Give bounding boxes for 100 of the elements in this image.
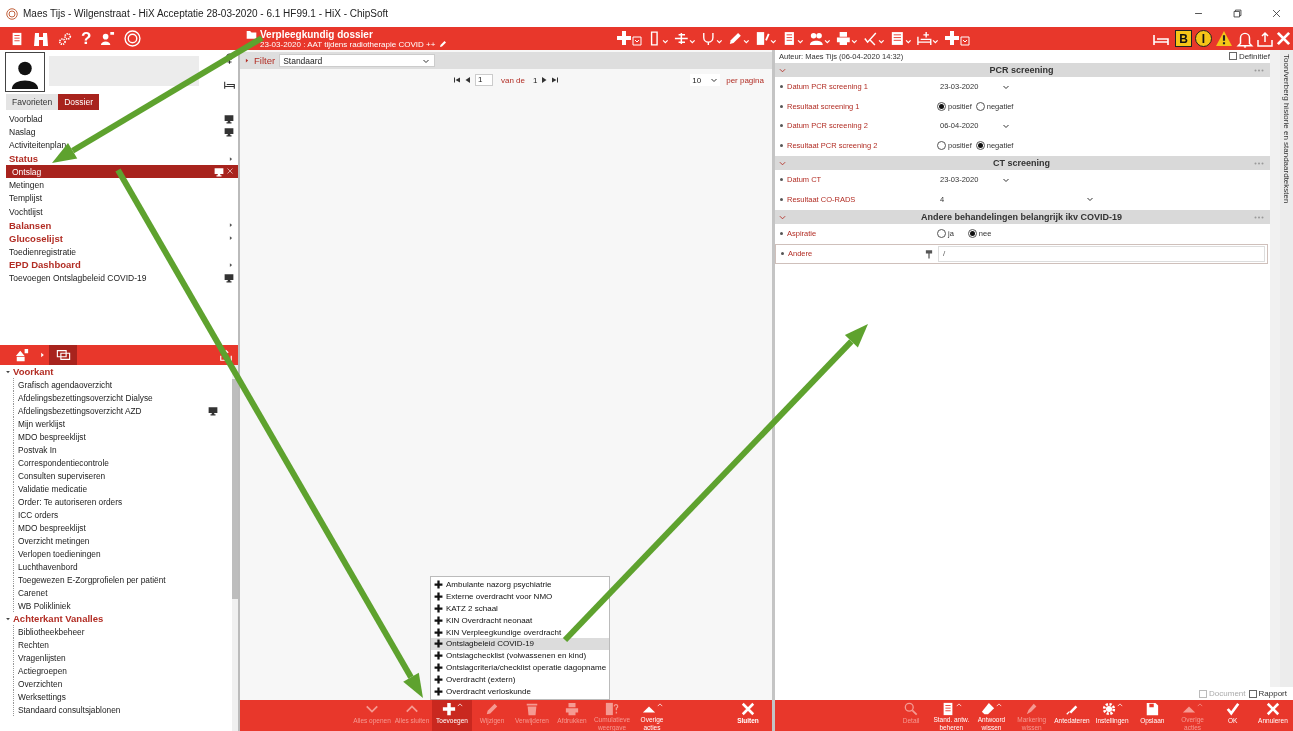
sidebar-group[interactable]: Glucoselijst [0,231,238,245]
bed-icon [224,79,235,90]
collapse-chevron-icon[interactable] [779,213,786,221]
plus-icon [434,651,443,661]
caret-up-icon [656,702,663,708]
definitief-checkbox[interactable]: Definitief [1228,51,1270,61]
menu-item[interactable]: Ontslagchecklist (volwassenen en kind) [431,649,609,662]
eraser-icon [981,702,995,716]
section-title: CT screening [992,158,1051,168]
sidebar-item[interactable]: Ontslag [3,165,238,179]
triangle-right-icon [39,351,46,359]
document-icon[interactable] [755,31,777,46]
export-icon[interactable] [1257,30,1273,47]
side-panel-toggle[interactable]: Toon/verberg historie en standaardteksten [1280,50,1293,687]
female-icon [224,52,235,65]
help-button[interactable]: ? [81,28,92,49]
worklist-group[interactable]: Achterkant Vanalles [5,612,232,625]
marker-icon [1024,702,1039,716]
last-page-icon[interactable] [551,76,560,84]
alert-badge[interactable]: I [1195,30,1212,47]
menu-item[interactable]: KATZ 2 schaal [431,602,609,615]
plus-icon [434,604,443,613]
sidebar-tab[interactable]: Favorieten [6,94,59,110]
sidebar-group[interactable]: Balansen [0,218,238,232]
stamp-icon[interactable] [924,248,934,259]
page-size-dropdown[interactable]: 10 [690,74,721,86]
check-pen-icon[interactable] [863,31,885,46]
plus-icon[interactable] [616,30,642,47]
caret-icon [710,76,719,84]
sidebar-item[interactable]: Vochtlijst [0,205,238,219]
settings-icon [1101,702,1116,716]
scrollbar-thumb[interactable] [232,379,238,599]
alert-badge[interactable]: B [1175,30,1192,47]
previous-page-icon[interactable] [464,76,472,84]
people-icon[interactable] [809,31,831,46]
branch-icon[interactable] [674,31,696,46]
chevron-right-icon [228,261,234,268]
checkbox[interactable]: Rapport [1248,689,1287,698]
section-title: Andere behandelingen belangrijk ikv COVID-19 [919,212,1124,222]
chevron-right-icon [244,57,250,64]
plus-icon [434,580,443,590]
close-icon[interactable] [226,166,234,175]
sidebar-item[interactable]: Templijst [0,191,238,206]
dossier-title[interactable]: Verpleegkundig dossier [260,28,373,40]
menu-item[interactable]: Overdracht verloskunde [431,685,609,697]
bed-plus-icon[interactable] [917,31,939,46]
menu-item[interactable]: KIN Overdracht neonaat [431,614,609,627]
document-icon[interactable] [782,31,804,46]
caret-up-icon [996,702,1002,708]
collapse-chevron-icon[interactable] [779,159,786,167]
page-field[interactable]: 1 [475,74,493,86]
menu-item[interactable]: Overdracht (extern) [431,673,609,686]
menu-item[interactable]: KIN Verpleegkundige overdracht [431,626,609,638]
close-icon[interactable] [1276,31,1291,46]
menu-item[interactable]: Ambulante nazorg psychiatrie [431,579,609,591]
pencil-icon[interactable] [728,31,750,46]
sidebar-item[interactable]: Activiteitenplan [0,138,238,152]
expand-triangle-icon[interactable] [5,615,11,622]
sidebar-item[interactable]: Voorblad [0,112,238,126]
gears-icon[interactable] [58,31,72,46]
check-icon [1225,702,1240,716]
pencil-icon [485,702,499,716]
list-icon[interactable] [890,31,912,46]
document-question-icon [605,702,619,716]
filter-dropdown[interactable]: Standaard [279,54,436,67]
first-page-icon[interactable] [453,76,461,84]
app-logo-icon [6,7,18,20]
sidebar-group[interactable]: Status [0,151,238,166]
scrollbar[interactable] [1270,50,1280,687]
sidebar-item[interactable]: Toedienregistratie [0,244,238,259]
target-icon[interactable] [124,30,142,47]
document-icon[interactable] [10,30,24,47]
person-icon[interactable] [100,31,116,46]
page-count-label: van de [501,75,526,85]
next-page-icon[interactable] [540,76,549,84]
caret-up-icon [1197,702,1203,708]
windows-button[interactable] [49,345,77,365]
restore-icon [1231,8,1243,19]
worklist-group[interactable]: Voorkant [5,365,232,378]
close-icon [1270,8,1282,19]
sidebar-item[interactable]: Naslag [0,125,238,139]
printer-icon[interactable] [836,31,858,46]
warning-icon[interactable] [1215,30,1233,47]
pencil-icon [439,40,448,48]
sidebar-group[interactable]: EPD Dashboard [0,258,238,272]
menu-item[interactable]: Ontslagcriteria/checklist operatie dagopname [431,661,609,674]
menu-item[interactable]: Externe overdracht voor NMO [431,590,609,603]
plus-icon [441,702,456,716]
sidebar-item[interactable]: Toevoegen Ontslagbeleid COVID-19 [0,271,238,285]
chevron-right-icon [228,155,234,162]
export-icon[interactable] [220,349,232,361]
collapse-chevron-icon[interactable] [779,66,786,74]
sidebar-tab[interactable]: Dossier [58,94,99,110]
text-field[interactable]: / [938,245,1265,262]
menu-item[interactable]: Ontslagbeleid COVID-19 [431,638,609,650]
close-icon [1265,702,1280,716]
stethoscope-icon[interactable] [701,31,723,46]
sidebar-item[interactable]: Metingen [0,178,238,192]
expand-triangle-icon[interactable] [5,368,11,375]
dossier-subtitle[interactable]: 23-03-2020 : AAT tijdens radiotherapie COVID ++ [260,39,436,49]
